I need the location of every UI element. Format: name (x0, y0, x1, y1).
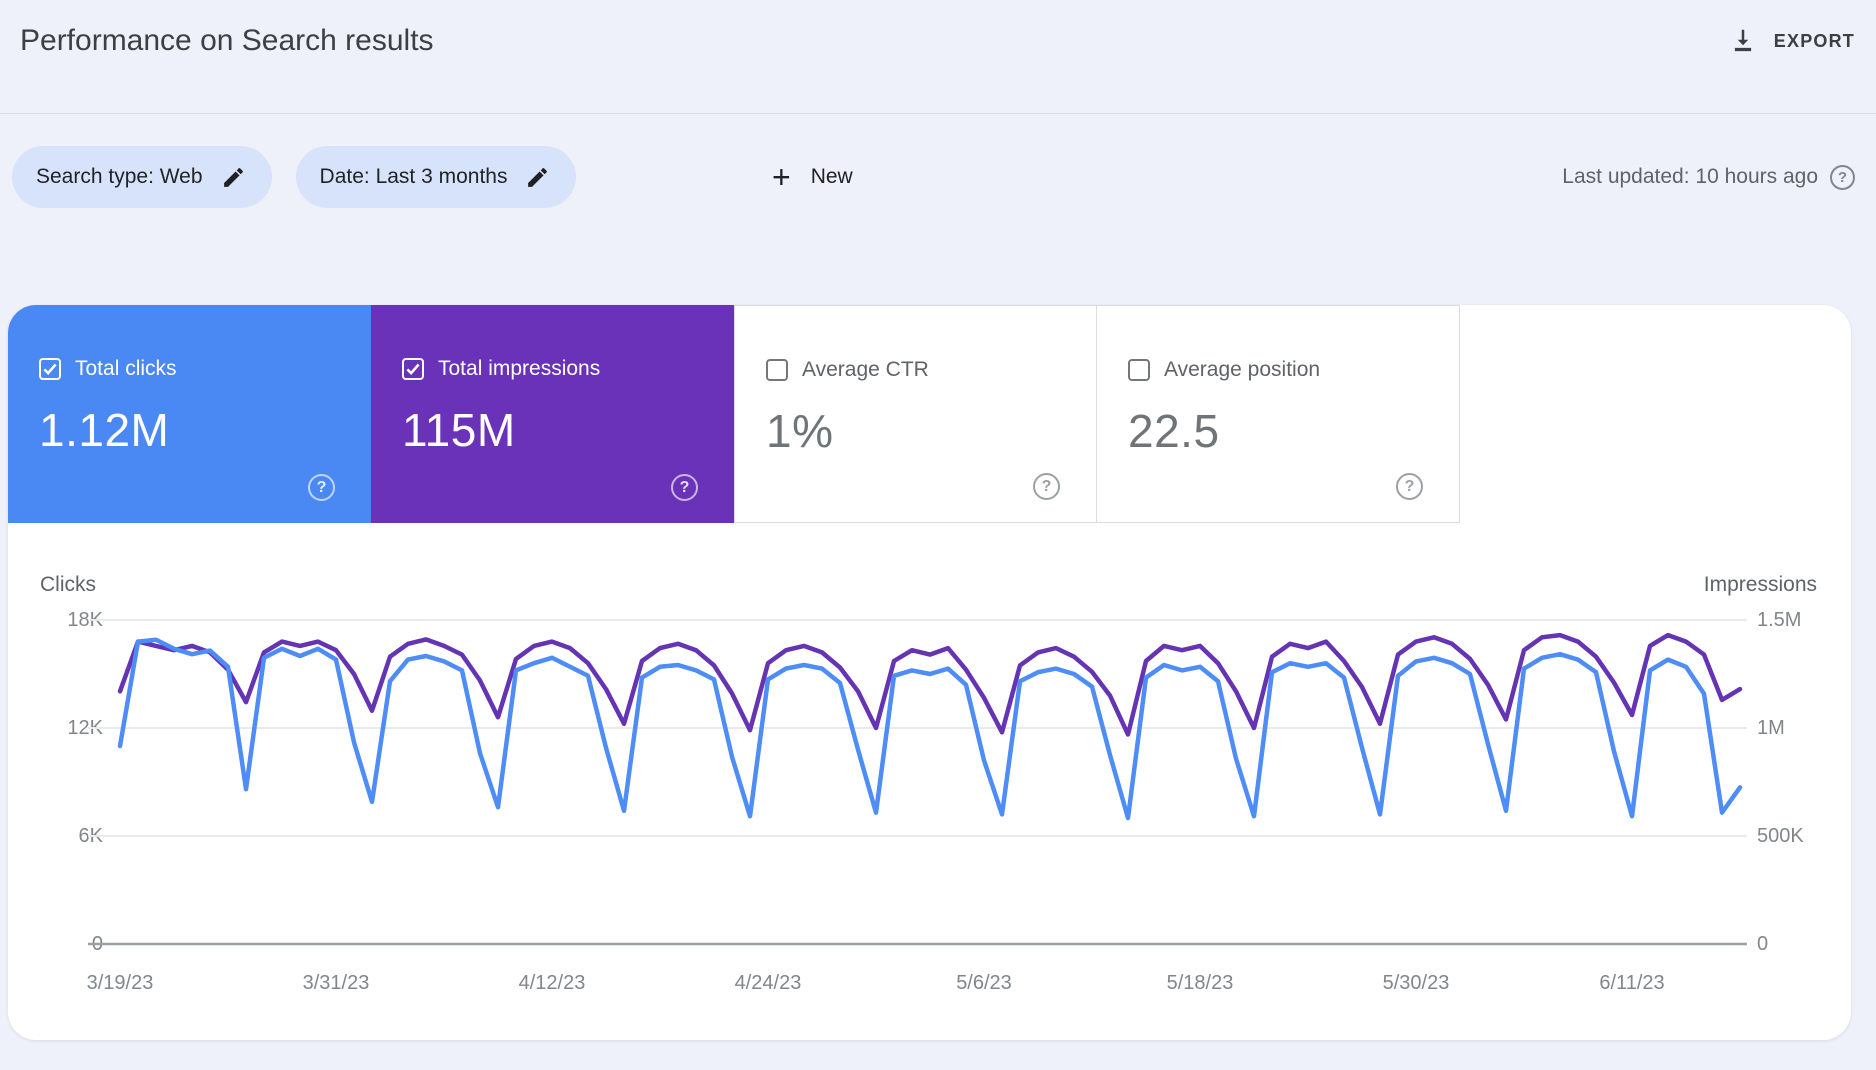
average-ctr-card[interactable]: Average CTR 1% ? (734, 305, 1097, 523)
help-icon[interactable]: ? (1830, 164, 1855, 190)
help-icon[interactable]: ? (1033, 473, 1060, 500)
new-filter-button[interactable]: + New (772, 146, 853, 208)
average-position-card[interactable]: Average position 22.5 ? (1097, 305, 1460, 523)
total-impressions-label: Total impressions (438, 357, 601, 380)
new-filter-label: New (810, 165, 853, 188)
performance-line-chart (88, 619, 1747, 946)
help-icon[interactable]: ? (308, 474, 335, 501)
checkbox-unchecked-icon[interactable] (1128, 359, 1150, 381)
edit-pencil-icon[interactable] (221, 165, 246, 190)
last-updated-text: Last updated: 10 hours ago (1562, 165, 1818, 188)
header-divider (0, 113, 1876, 114)
average-position-value: 22.5 (1128, 405, 1220, 457)
left-axis-title: Clicks (40, 573, 96, 596)
export-button[interactable]: EXPORT (1728, 26, 1855, 56)
total-clicks-value: 1.12M (39, 404, 170, 456)
export-label: EXPORT (1773, 30, 1855, 51)
date-range-chip-label: Date: Last 3 months (319, 165, 508, 188)
help-icon[interactable]: ? (671, 474, 698, 501)
filter-chip-row: Search type: Web Date: Last 3 months (12, 146, 577, 208)
plus-icon: + (772, 159, 791, 195)
average-position-label: Average position (1164, 358, 1321, 381)
download-icon (1728, 26, 1758, 56)
average-ctr-value: 1% (766, 405, 834, 457)
right-axis-title: Impressions (1703, 573, 1817, 596)
total-clicks-card[interactable]: Total clicks 1.12M ? (8, 305, 371, 523)
help-icon[interactable]: ? (1396, 473, 1423, 500)
total-clicks-label: Total clicks (75, 357, 177, 380)
search-type-chip[interactable]: Search type: Web (12, 146, 272, 208)
checkbox-checked-icon[interactable] (402, 358, 424, 380)
edit-pencil-icon[interactable] (525, 165, 550, 190)
last-updated-status: Last updated: 10 hours ago ? (1562, 146, 1855, 208)
series-line-total-impressions (117, 632, 1743, 737)
metric-card-row: Total clicks 1.12M ? Total impressions 1… (8, 305, 1460, 523)
total-impressions-value: 115M (402, 404, 516, 456)
checkbox-unchecked-icon[interactable] (766, 359, 788, 381)
date-range-chip[interactable]: Date: Last 3 months (295, 146, 577, 208)
average-ctr-label: Average CTR (802, 358, 929, 381)
page-title: Performance on Search results (20, 24, 434, 57)
total-impressions-card[interactable]: Total impressions 115M ? (371, 305, 734, 523)
checkbox-checked-icon[interactable] (39, 358, 61, 380)
search-type-chip-label: Search type: Web (36, 165, 203, 188)
